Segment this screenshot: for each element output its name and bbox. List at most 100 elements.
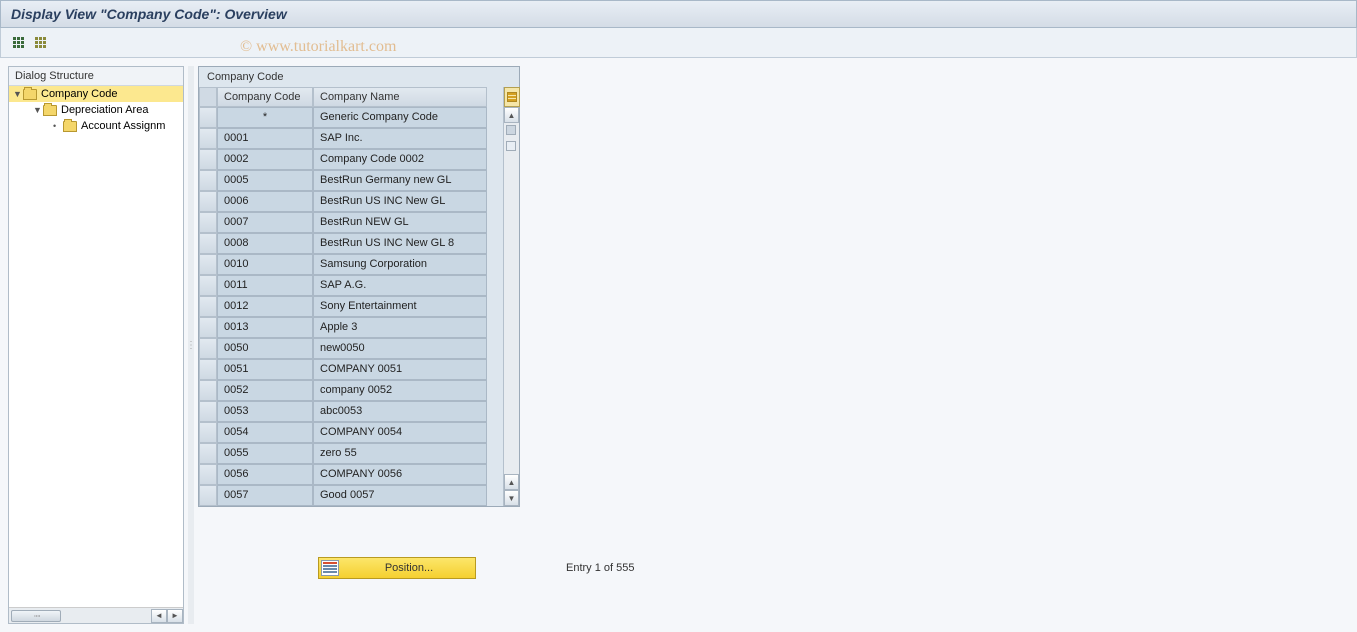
cell-company-code[interactable]: 0050 bbox=[217, 338, 313, 359]
cell-company-code[interactable]: 0001 bbox=[217, 128, 313, 149]
row-selector[interactable] bbox=[199, 128, 217, 149]
scroll-left-icon[interactable]: ◄ bbox=[151, 609, 167, 623]
row-selector[interactable] bbox=[199, 422, 217, 443]
select-columns-icon[interactable] bbox=[31, 34, 49, 52]
row-selector[interactable] bbox=[199, 254, 217, 275]
cell-company-code[interactable]: 0007 bbox=[217, 212, 313, 233]
row-selector[interactable] bbox=[199, 359, 217, 380]
cell-company-name[interactable]: Company Code 0002 bbox=[313, 149, 487, 170]
cell-company-code[interactable]: * bbox=[217, 107, 313, 128]
tree-item-account-assignment[interactable]: • Account Assignm bbox=[9, 118, 183, 134]
cell-company-name[interactable]: zero 55 bbox=[313, 443, 487, 464]
table-row[interactable]: 0006BestRun US INC New GL bbox=[199, 191, 503, 212]
cell-company-name[interactable]: COMPANY 0054 bbox=[313, 422, 487, 443]
table-row[interactable]: 0002Company Code 0002 bbox=[199, 149, 503, 170]
cell-company-code[interactable]: 0002 bbox=[217, 149, 313, 170]
scroll-right-icon[interactable]: ► bbox=[167, 609, 183, 623]
table-row[interactable]: 0001SAP Inc. bbox=[199, 128, 503, 149]
cell-company-name[interactable]: BestRun NEW GL bbox=[313, 212, 487, 233]
cell-company-code[interactable]: 0010 bbox=[217, 254, 313, 275]
cell-company-code[interactable]: 0052 bbox=[217, 380, 313, 401]
table-row[interactable]: 0008BestRun US INC New GL 8 bbox=[199, 233, 503, 254]
table-row[interactable]: 0053abc0053 bbox=[199, 401, 503, 422]
tree-horizontal-scrollbar[interactable]: ◄ ► bbox=[9, 607, 183, 623]
cell-company-name[interactable]: BestRun US INC New GL 8 bbox=[313, 233, 487, 254]
table-vertical-scrollbar[interactable]: ▲ ▲ ▼ bbox=[503, 87, 519, 506]
row-selector[interactable] bbox=[199, 191, 217, 212]
cell-company-code[interactable]: 0008 bbox=[217, 233, 313, 254]
cell-company-name[interactable]: COMPANY 0056 bbox=[313, 464, 487, 485]
table-configure-icon[interactable] bbox=[504, 87, 520, 107]
column-header-company-name[interactable]: Company Name bbox=[313, 87, 487, 107]
cell-company-name[interactable]: company 0052 bbox=[313, 380, 487, 401]
table-row[interactable]: *Generic Company Code bbox=[199, 107, 503, 128]
row-selector[interactable] bbox=[199, 338, 217, 359]
tree-item-company-code[interactable]: ▼ Company Code bbox=[9, 86, 183, 102]
cell-company-code[interactable]: 0005 bbox=[217, 170, 313, 191]
cell-company-name[interactable]: SAP A.G. bbox=[313, 275, 487, 296]
cell-company-name[interactable]: abc0053 bbox=[313, 401, 487, 422]
cell-company-code[interactable]: 0011 bbox=[217, 275, 313, 296]
row-selector[interactable] bbox=[199, 485, 217, 506]
cell-company-name[interactable]: COMPANY 0051 bbox=[313, 359, 487, 380]
table-row[interactable]: 0056COMPANY 0056 bbox=[199, 464, 503, 485]
cell-company-name[interactable]: Sony Entertainment bbox=[313, 296, 487, 317]
cell-company-code[interactable]: 0053 bbox=[217, 401, 313, 422]
cell-company-name[interactable]: BestRun Germany new GL bbox=[313, 170, 487, 191]
row-selector[interactable] bbox=[199, 212, 217, 233]
row-selector[interactable] bbox=[199, 296, 217, 317]
cell-company-code[interactable]: 0055 bbox=[217, 443, 313, 464]
table-row[interactable]: 0057Good 0057 bbox=[199, 485, 503, 506]
row-selector[interactable] bbox=[199, 233, 217, 254]
cell-company-name[interactable]: Generic Company Code bbox=[313, 107, 487, 128]
page-title: Display View "Company Code": Overview bbox=[0, 0, 1357, 28]
row-selector[interactable] bbox=[199, 149, 217, 170]
cell-company-code[interactable]: 0051 bbox=[217, 359, 313, 380]
row-selector[interactable] bbox=[199, 170, 217, 191]
tree-toggle-icon[interactable]: ▼ bbox=[13, 89, 23, 99]
column-header-company-code[interactable]: Company Code bbox=[217, 87, 313, 107]
cell-company-name[interactable]: SAP Inc. bbox=[313, 128, 487, 149]
cell-company-name[interactable]: Apple 3 bbox=[313, 317, 487, 338]
scrollbar-thumb[interactable] bbox=[11, 610, 61, 622]
table-row[interactable]: 0007BestRun NEW GL bbox=[199, 212, 503, 233]
position-button[interactable]: Position... bbox=[318, 557, 476, 579]
cell-company-name[interactable]: BestRun US INC New GL bbox=[313, 191, 487, 212]
select-all-header[interactable] bbox=[199, 87, 217, 107]
tree-item-depreciation-area[interactable]: ▼ Depreciation Area bbox=[9, 102, 183, 118]
table-row[interactable]: 0051COMPANY 0051 bbox=[199, 359, 503, 380]
cell-company-name[interactable]: Samsung Corporation bbox=[313, 254, 487, 275]
table-row[interactable]: 0052company 0052 bbox=[199, 380, 503, 401]
table-row[interactable]: 0010Samsung Corporation bbox=[199, 254, 503, 275]
cell-company-name[interactable]: Good 0057 bbox=[313, 485, 487, 506]
scroll-up-icon[interactable]: ▲ bbox=[504, 107, 519, 123]
table-row[interactable]: 0011SAP A.G. bbox=[199, 275, 503, 296]
row-selector[interactable] bbox=[199, 275, 217, 296]
cell-company-code[interactable]: 0006 bbox=[217, 191, 313, 212]
scroll-down-icon[interactable]: ▼ bbox=[504, 490, 519, 506]
row-selector[interactable] bbox=[199, 317, 217, 338]
panel-splitter[interactable] bbox=[188, 66, 194, 624]
table-row[interactable]: 0050new0050 bbox=[199, 338, 503, 359]
row-selector[interactable] bbox=[199, 107, 217, 128]
table-row[interactable]: 0054COMPANY 0054 bbox=[199, 422, 503, 443]
row-selector[interactable] bbox=[199, 443, 217, 464]
tree-item-label: Account Assignm bbox=[81, 120, 165, 132]
scroll-up-icon[interactable]: ▲ bbox=[504, 474, 519, 490]
row-selector[interactable] bbox=[199, 464, 217, 485]
table-row[interactable]: 0005BestRun Germany new GL bbox=[199, 170, 503, 191]
row-selector[interactable] bbox=[199, 401, 217, 422]
cell-company-code[interactable]: 0013 bbox=[217, 317, 313, 338]
cell-company-code[interactable]: 0056 bbox=[217, 464, 313, 485]
cell-company-name[interactable]: new0050 bbox=[313, 338, 487, 359]
tree-toggle-icon[interactable]: ▼ bbox=[33, 105, 43, 115]
cell-company-code[interactable]: 0057 bbox=[217, 485, 313, 506]
scrollbar-thumb[interactable] bbox=[506, 125, 516, 135]
table-row[interactable]: 0012Sony Entertainment bbox=[199, 296, 503, 317]
table-row[interactable]: 0013Apple 3 bbox=[199, 317, 503, 338]
table-view-icon[interactable] bbox=[9, 34, 27, 52]
row-selector[interactable] bbox=[199, 380, 217, 401]
table-row[interactable]: 0055zero 55 bbox=[199, 443, 503, 464]
cell-company-code[interactable]: 0054 bbox=[217, 422, 313, 443]
cell-company-code[interactable]: 0012 bbox=[217, 296, 313, 317]
